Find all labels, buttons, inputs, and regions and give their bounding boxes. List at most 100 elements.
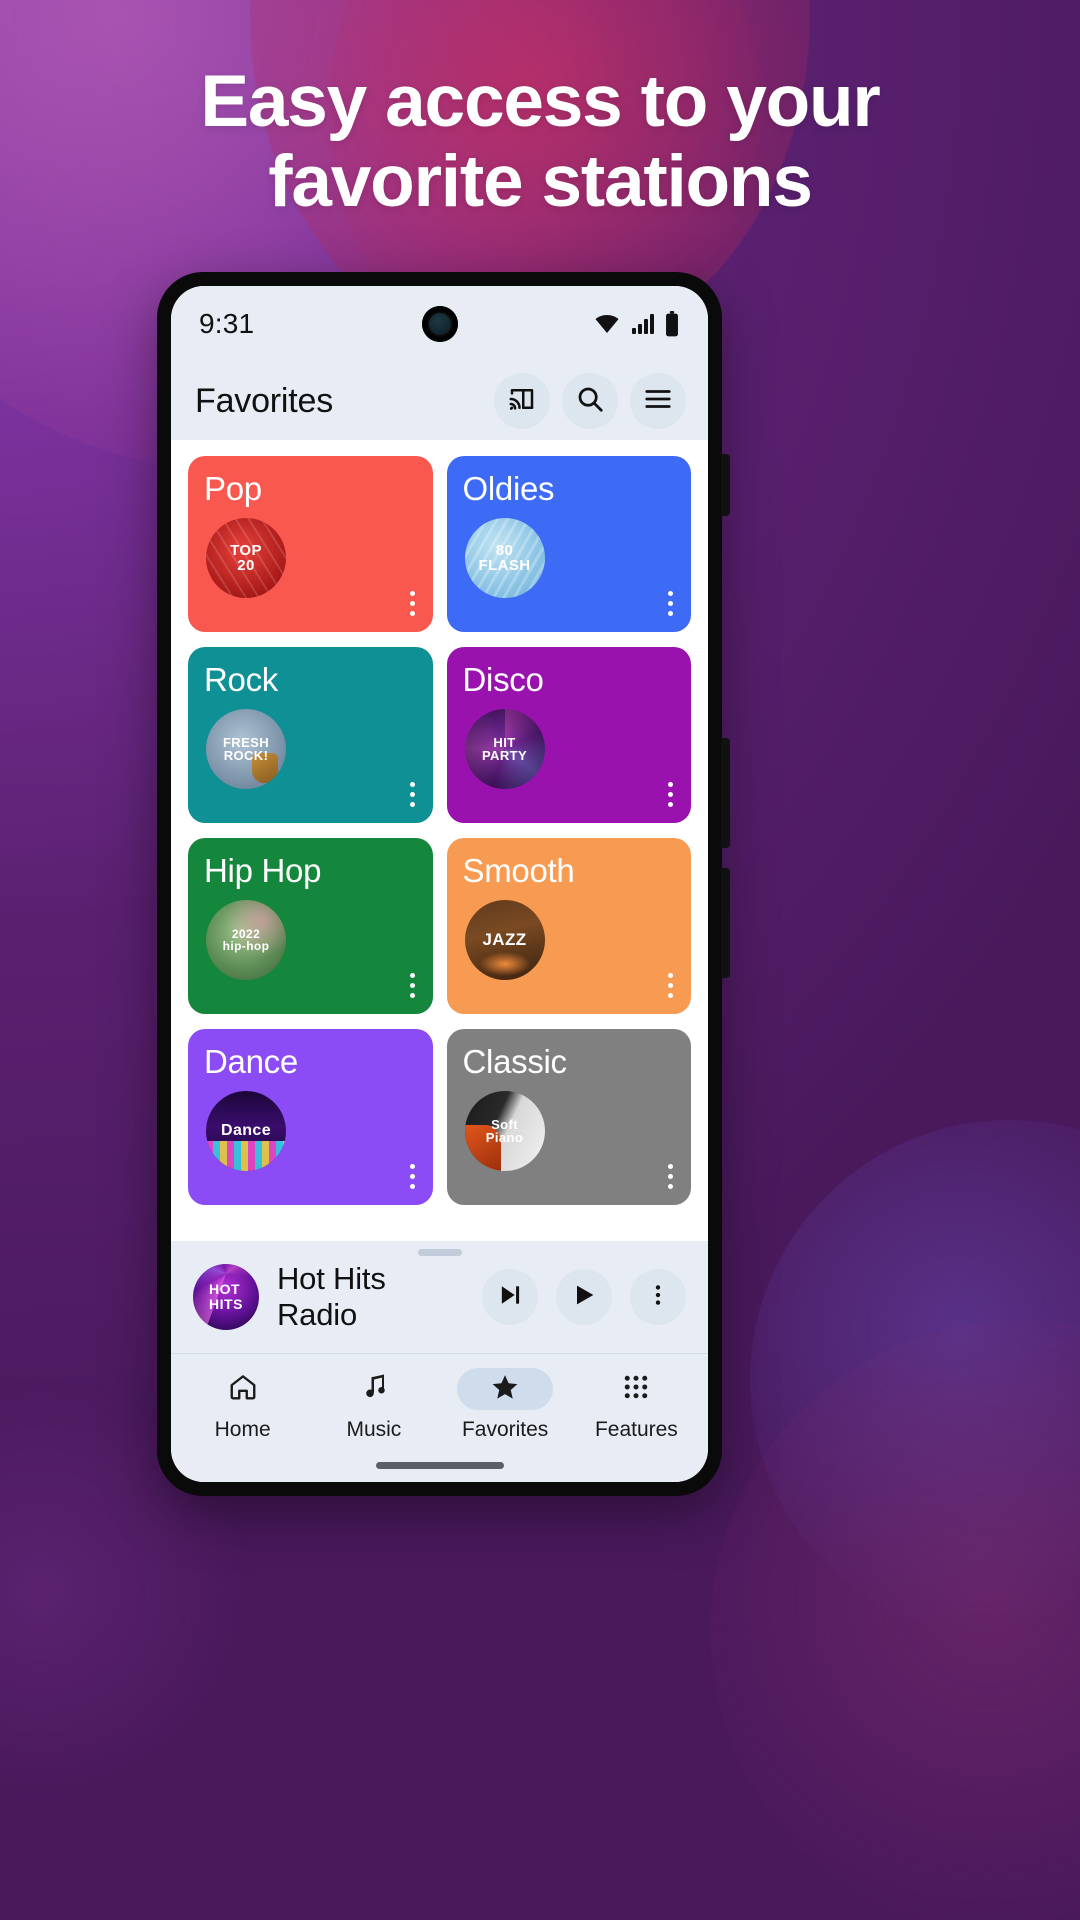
station-more-options-button[interactable] [409, 1164, 415, 1189]
player-artwork-text: HOT HITS [209, 1281, 243, 1312]
dot [409, 973, 415, 978]
station-artwork: JAZZ [464, 900, 545, 980]
nav-item-home[interactable]: Home [177, 1368, 308, 1442]
search-icon [575, 384, 605, 419]
dot [409, 983, 415, 988]
app-bar: Favorites [171, 362, 708, 440]
station-more-options-button[interactable] [409, 973, 415, 998]
station-card-title: Smooth [462, 852, 575, 889]
station-artwork: 2022 hip-hop [206, 900, 286, 980]
more-vertical-icon [645, 1282, 671, 1313]
station-artwork: HIT PARTY [464, 709, 545, 789]
station-card-title: Dance [204, 1043, 298, 1080]
station-card-title: Hip Hop [204, 852, 322, 889]
dot [668, 1164, 673, 1169]
station-card-title: Rock [204, 661, 278, 698]
nav-item-favorites[interactable]: Favorites [440, 1368, 571, 1442]
station-card-title: Classic [462, 1043, 568, 1080]
dot [409, 993, 415, 998]
player-station-title: Hot Hits Radio [277, 1261, 386, 1332]
station-card[interactable]: Classic Soft Piano [446, 1029, 691, 1205]
station-card[interactable]: Pop TOP 20 [188, 456, 433, 632]
dot [668, 792, 673, 797]
mini-player[interactable]: HOT HITS Hot Hits Radio [171, 1241, 708, 1354]
station-artwork: FRESH ROCK! [206, 709, 286, 789]
station-card[interactable]: Rock FRESH ROCK! [188, 647, 433, 823]
headline-line-2: favorite stations [268, 141, 813, 222]
station-more-options-button[interactable] [409, 591, 415, 616]
dot [668, 973, 673, 978]
station-more-options-button[interactable] [409, 782, 415, 807]
bottom-navigation: Home Music Favorites Features [171, 1354, 708, 1448]
next-track-button[interactable] [482, 1269, 538, 1325]
gesture-navigation-bar[interactable] [171, 1448, 708, 1482]
station-card[interactable]: Dance Dance [188, 1029, 433, 1205]
station-artwork: TOP 20 [206, 518, 286, 598]
page-title: Favorites [195, 381, 334, 420]
nav-item-music[interactable]: Music [308, 1368, 439, 1442]
dot [668, 601, 673, 606]
artwork-text: FRESH ROCK! [222, 734, 270, 763]
dot [409, 1164, 415, 1169]
station-grid: Pop TOP 20 Oldies 80 FLASH Rock FRESH ROCK! Disco… [171, 440, 708, 1241]
star-icon [490, 1372, 520, 1407]
nav-label: Home [214, 1418, 271, 1441]
play-icon [570, 1281, 598, 1314]
more-options-button[interactable] [630, 1269, 686, 1325]
station-card[interactable]: Hip Hop 2022 hip-hop [188, 838, 433, 1014]
home-icon [228, 1372, 258, 1407]
gesture-pill [375, 1461, 504, 1469]
cast-icon [507, 384, 537, 419]
headline-line-1: Easy access to your [200, 61, 880, 142]
nav-pill [195, 1368, 291, 1410]
phone-mockup: 9:31 Favorites Pop TOP 20 Oldies 80 FLAS… [157, 272, 730, 1496]
nav-pill-active [457, 1368, 554, 1410]
dot [668, 1174, 673, 1179]
dot [409, 782, 415, 787]
station-more-options-button[interactable] [668, 782, 673, 807]
dot [409, 1174, 415, 1179]
station-artwork: Soft Piano [464, 1091, 545, 1171]
station-card[interactable]: Oldies 80 FLASH [446, 456, 691, 632]
player-station-artwork: HOT HITS [193, 1264, 259, 1330]
play-button[interactable] [556, 1269, 612, 1325]
status-icons [592, 311, 680, 337]
front-camera [421, 306, 458, 342]
dot [668, 611, 673, 616]
music-icon [359, 1372, 389, 1407]
status-bar: 9:31 [171, 286, 708, 362]
station-more-options-button[interactable] [668, 1164, 673, 1189]
artwork-text: 80 FLASH [478, 541, 531, 574]
artwork-text: JAZZ [482, 930, 527, 950]
station-card[interactable]: Smooth JAZZ [446, 838, 691, 1014]
nav-label: Favorites [461, 1418, 549, 1441]
dot [409, 792, 415, 797]
nav-item-features[interactable]: Features [571, 1368, 702, 1442]
search-button[interactable] [562, 373, 618, 429]
grid-icon [621, 1372, 651, 1407]
next-track-icon [496, 1281, 524, 1314]
dot [409, 1184, 415, 1189]
dot [668, 1184, 673, 1189]
promo-headline: Easy access to your favorite stations [0, 62, 1080, 222]
station-card[interactable]: Disco HIT PARTY [446, 647, 691, 823]
dot [668, 782, 673, 787]
drag-handle[interactable] [417, 1249, 462, 1256]
station-more-options-button[interactable] [668, 591, 673, 616]
phone-side-button [721, 454, 730, 516]
station-card-title: Oldies [462, 470, 555, 507]
dot [668, 983, 673, 988]
artwork-text: Dance [220, 1121, 272, 1139]
artwork-text: Soft Piano [485, 1116, 524, 1145]
dot [409, 591, 415, 596]
station-more-options-button[interactable] [668, 973, 673, 998]
menu-icon [643, 384, 673, 419]
cast-button[interactable] [494, 373, 550, 429]
station-card-title: Disco [462, 661, 544, 698]
battery-icon [664, 311, 680, 337]
menu-button[interactable] [630, 373, 686, 429]
station-artwork: 80 FLASH [464, 518, 545, 598]
artwork-text: 2022 hip-hop [222, 926, 270, 953]
station-card-title: Pop [204, 470, 262, 507]
nav-label: Features [594, 1418, 678, 1441]
